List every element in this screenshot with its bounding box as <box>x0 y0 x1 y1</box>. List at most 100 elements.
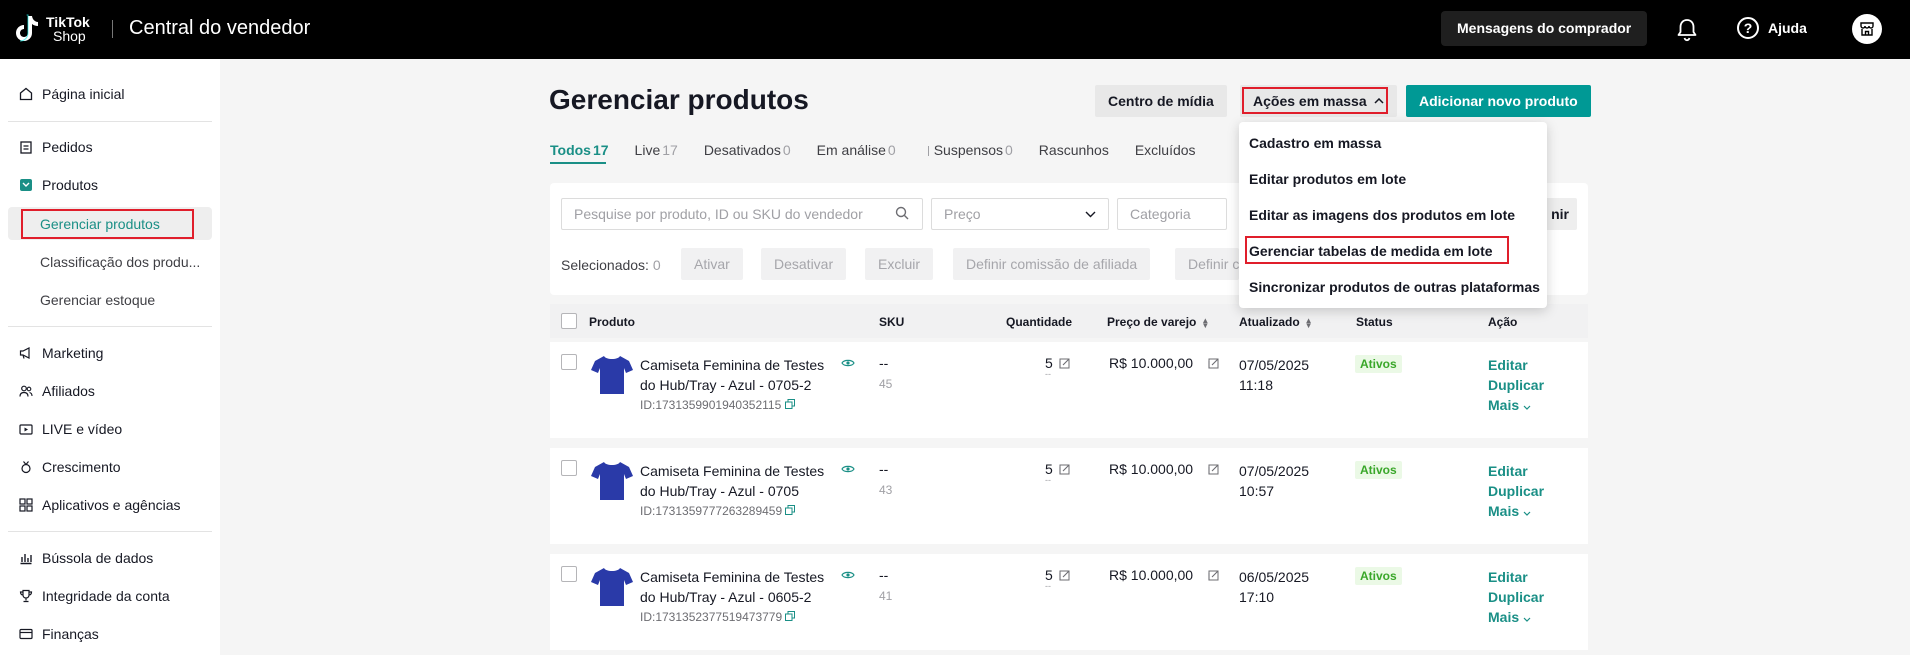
edit-quantity-icon[interactable] <box>1059 570 1070 581</box>
sidebar-item-product-rating[interactable]: Classificação dos produ... <box>40 254 200 270</box>
search-icon[interactable] <box>895 206 909 220</box>
tiktok-shop-logo[interactable]: TikTok Shop <box>14 14 90 44</box>
col-price[interactable]: Preço de varejo ▲ ▼ <box>1107 315 1209 329</box>
sidebar-item-products[interactable]: Produtos <box>18 177 98 193</box>
edit-price-icon[interactable] <box>1208 464 1219 475</box>
sidebar-item-marketing[interactable]: Marketing <box>18 345 103 361</box>
tab-count: 0 <box>1005 142 1013 158</box>
chevron-down-icon <box>1523 405 1531 410</box>
search-input[interactable] <box>561 198 923 230</box>
copy-icon[interactable] <box>784 399 795 409</box>
tab-label: Live <box>634 142 661 158</box>
app-title: Central do vendedor <box>129 17 311 39</box>
media-center-button[interactable]: Centro de mídia <box>1095 85 1227 117</box>
product-name[interactable]: Camiseta Feminina de Testes do Hub/Tray … <box>640 567 840 607</box>
sidebar-label-products: Produtos <box>42 177 99 193</box>
product-box-icon <box>18 177 34 193</box>
more-label: Mais <box>1488 609 1520 625</box>
duplicate-link[interactable]: Duplicar <box>1488 481 1544 501</box>
duplicate-link[interactable]: Duplicar <box>1488 587 1544 607</box>
duplicate-link[interactable]: Duplicar <box>1488 375 1544 395</box>
product-thumbnail[interactable] <box>590 458 634 502</box>
more-link[interactable]: Mais <box>1488 395 1544 415</box>
sidebar-item-home[interactable]: Página inicial <box>18 86 125 102</box>
product-name[interactable]: Camiseta Feminina de Testes do Hub/Tray … <box>640 461 840 501</box>
buyer-messages-button[interactable]: Mensagens do comprador <box>1441 11 1648 46</box>
edit-link[interactable]: Editar <box>1488 355 1544 375</box>
tab-deleted[interactable]: Excluídos <box>1135 142 1196 158</box>
sidebar-item-orders[interactable]: Pedidos <box>18 139 93 155</box>
col-action: Ação <box>1488 315 1518 329</box>
price-select[interactable]: Preço <box>931 198 1109 230</box>
category-select[interactable]: Categoria <box>1117 198 1227 230</box>
select-all-checkbox[interactable] <box>561 313 577 329</box>
row-checkbox[interactable] <box>561 354 577 370</box>
col-sku: SKU <box>879 315 905 329</box>
edit-quantity-icon[interactable] <box>1059 358 1070 369</box>
chevron-down-icon <box>1085 211 1096 218</box>
edit-price-icon[interactable] <box>1208 358 1219 369</box>
tab-label: Desativados <box>703 142 781 158</box>
eye-icon[interactable] <box>841 464 855 474</box>
menu-item-bulk-edit-images[interactable]: Editar as imagens dos produtos em lote <box>1249 207 1515 223</box>
price-value: R$ 10.000,00 <box>1109 567 1194 583</box>
bell-icon[interactable] <box>1675 17 1699 43</box>
tab-live[interactable]: Live 17 <box>635 142 678 158</box>
product-thumbnail[interactable] <box>590 352 634 396</box>
sidebar-item-growth[interactable]: Crescimento <box>18 459 121 475</box>
tab-in-review[interactable]: Em análise 0 <box>817 142 896 158</box>
sidebar-item-manage-stock[interactable]: Gerenciar estoque <box>40 292 155 308</box>
edit-link[interactable]: Editar <box>1488 567 1544 587</box>
sidebar-item-account-integrity[interactable]: Integridade da conta <box>18 588 170 604</box>
col-quantity: Quantidade <box>1006 315 1073 329</box>
set-affiliate-commission-button[interactable]: Definir comissão de afiliada <box>953 248 1151 280</box>
product-name[interactable]: Camiseta Feminina de Testes do Hub/Tray … <box>640 355 840 395</box>
sku-value: -- <box>879 567 889 583</box>
shop-avatar[interactable] <box>1852 14 1882 44</box>
col-updated[interactable]: Atualizado ▲ ▼ <box>1239 315 1313 329</box>
eye-icon[interactable] <box>841 358 855 368</box>
tab-deactivated[interactable]: Desativados 0 <box>704 142 791 158</box>
sidebar-item-finance[interactable]: Finanças <box>18 626 99 642</box>
more-link[interactable]: Mais <box>1488 607 1544 627</box>
add-product-button[interactable]: Adicionar novo produto <box>1406 85 1591 117</box>
sku-count: 43 <box>879 483 893 497</box>
sidebar-item-live-video[interactable]: LIVE e vídeo <box>18 421 122 437</box>
menu-item-sync-products[interactable]: Sincronizar produtos de outras plataform… <box>1249 279 1540 295</box>
tab-all[interactable]: Todos 17 <box>550 142 609 158</box>
status-badge: Ativos <box>1355 567 1402 585</box>
deactivate-button[interactable]: Desativar <box>761 248 847 280</box>
product-thumbnail[interactable] <box>590 564 634 608</box>
quantity-sub: -- <box>1045 581 1051 591</box>
copy-icon[interactable] <box>785 505 796 515</box>
menu-item-bulk-edit-products[interactable]: Editar produtos em lote <box>1249 171 1406 187</box>
sidebar-item-apps-agencies[interactable]: Aplicativos e agências <box>18 497 181 513</box>
activate-button[interactable]: Ativar <box>681 248 743 280</box>
sidebar-label-orders: Pedidos <box>42 139 93 155</box>
edit-quantity-icon[interactable] <box>1059 464 1070 475</box>
help-button[interactable]: ? Ajuda <box>1737 17 1807 39</box>
tab-drafts[interactable]: Rascunhos <box>1039 142 1109 158</box>
trophy-icon <box>18 588 34 604</box>
sidebar-label-finance: Finanças <box>42 626 99 642</box>
set-more-button[interactable]: Definir c <box>1175 248 1239 280</box>
row-checkbox[interactable] <box>561 566 577 582</box>
copy-icon[interactable] <box>785 611 796 621</box>
status-tabs: Todos 17 Live 17 Desativados 0 Em análise 0 … <box>550 142 1222 158</box>
row-checkbox[interactable] <box>561 460 577 476</box>
menu-item-bulk-register[interactable]: Cadastro em massa <box>1249 135 1381 151</box>
sidebar-item-data-compass[interactable]: Bússola de dados <box>18 550 153 566</box>
eye-icon[interactable] <box>841 570 855 580</box>
chevron-down-icon <box>1523 511 1531 516</box>
row-actions: Editar Duplicar Mais <box>1488 355 1544 415</box>
more-link[interactable]: Mais <box>1488 501 1544 521</box>
edit-price-icon[interactable] <box>1208 570 1219 581</box>
sku-count: 45 <box>879 377 893 391</box>
delete-button[interactable]: Excluir <box>865 248 934 280</box>
highlight-box-manage-products <box>21 209 194 239</box>
sidebar-item-affiliates[interactable]: Afiliados <box>18 383 95 399</box>
edit-link[interactable]: Editar <box>1488 461 1544 481</box>
tab-suspended[interactable]: Suspensos 0 <box>934 142 1013 158</box>
price-select-placeholder: Preço <box>944 206 981 222</box>
updated-value: 06/05/2025 17:10 <box>1239 567 1309 607</box>
